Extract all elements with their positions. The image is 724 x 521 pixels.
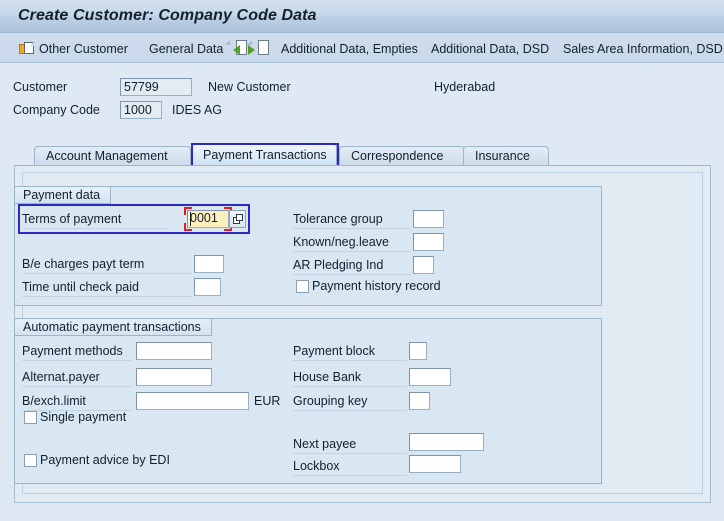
search-help-icon <box>233 214 244 225</box>
time-until-check-paid-input[interactable] <box>194 278 221 296</box>
toolbar-button-other-customer-label: Other Customer <box>39 42 128 56</box>
house-bank-label: House Bank <box>293 370 407 387</box>
tolerance-group-input[interactable] <box>413 210 444 228</box>
terms-of-payment-search-help-button[interactable] <box>229 210 246 228</box>
toolbar-button-sales-area-information-dsd-label: Sales Area Information, DSD <box>563 42 723 56</box>
payment-block-input[interactable] <box>409 342 427 360</box>
toolbar-button-other-customer[interactable]: Other Customer <box>18 37 131 59</box>
payment-methods-input[interactable] <box>136 342 212 360</box>
known-neg-leave-input[interactable] <box>413 233 444 251</box>
be-charges-payt-term-input[interactable] <box>194 255 224 273</box>
next-page-button[interactable] <box>247 38 274 58</box>
customer-city-text: Hyderabad <box>434 80 496 94</box>
ar-pledging-ind-label: AR Pledging Ind <box>293 258 411 275</box>
company-code-label: Company Code <box>13 103 100 117</box>
be-charges-payt-term-label: B/e charges payt term <box>22 257 192 274</box>
customer-label: Customer <box>13 80 68 94</box>
tab-payment-transactions[interactable]: Payment Transactions <box>191 143 337 166</box>
toolbar-button-additional-data-dsd[interactable]: Additional Data, DSD <box>428 37 552 59</box>
tolerance-group-label: Tolerance group <box>293 212 411 229</box>
payment-advice-by-edi-label: Payment advice by EDI <box>40 453 170 467</box>
customer-number-field[interactable]: 57799 <box>120 78 192 96</box>
page-title: Create Customer: Company Code Data <box>18 7 317 24</box>
company-name-text: IDES AG <box>172 103 223 117</box>
payment-methods-label: Payment methods <box>22 344 132 361</box>
terms-of-payment-input[interactable]: 0001 <box>187 210 229 228</box>
sap-gui-window: Create Customer: Company Code Data Other… <box>0 0 724 521</box>
text-cursor <box>190 212 191 226</box>
terms-of-payment-label: Terms of payment <box>22 212 168 229</box>
alternat-payer-label: Alternat.payer <box>22 370 132 387</box>
window-title-bar: Create Customer: Company Code Data <box>0 0 724 33</box>
tab-insurance[interactable]: Insurance <box>463 146 549 166</box>
tab-correspondence-label: Correspondence <box>351 149 444 163</box>
single-payment-label: Single payment <box>40 410 127 424</box>
toolbar-button-general-data-label: General Data <box>149 42 224 56</box>
company-code-field[interactable]: 1000 <box>120 101 162 119</box>
bexch-limit-input[interactable] <box>136 392 249 410</box>
tab-payment-transactions-label: Payment Transactions <box>203 148 327 162</box>
alternat-payer-input[interactable] <box>136 368 212 386</box>
grouping-key-label: Grouping key <box>293 394 407 411</box>
toolbar-button-general-data[interactable]: General Data <box>146 37 226 59</box>
payment-history-record-label: Payment history record <box>312 279 441 293</box>
next-payee-label: Next payee <box>293 437 407 454</box>
time-until-check-paid-label: Time until check paid <box>22 280 192 297</box>
bexch-limit-currency-unit: EUR <box>254 394 281 408</box>
payment-advice-by-edi-checkbox-box <box>24 454 37 467</box>
tab-insurance-label: Insurance <box>475 149 530 163</box>
known-neg-leave-label: Known/neg.leave <box>293 235 411 252</box>
toolbar-button-additional-data-empties[interactable]: Additional Data, Empties <box>278 37 421 59</box>
ar-pledging-ind-input[interactable] <box>413 256 434 274</box>
grouping-key-input[interactable] <box>409 392 430 410</box>
bexch-limit-label: B/exch.limit <box>22 394 132 411</box>
group-payment-data-title: Payment data <box>14 186 112 204</box>
lockbox-input[interactable] <box>409 455 461 473</box>
lockbox-label: Lockbox <box>293 459 407 476</box>
payment-history-record-checkbox-box <box>296 280 309 293</box>
tab-account-management-label: Account Management <box>46 149 168 163</box>
tab-correspondence[interactable]: Correspondence <box>339 146 465 166</box>
application-toolbar: Other Customer General Data Additional D… <box>0 33 724 63</box>
toolbar-button-additional-data-empties-label: Additional Data, Empties <box>281 42 418 56</box>
tab-account-management[interactable]: Account Management <box>34 146 191 166</box>
other-customer-icon <box>19 42 34 57</box>
group-automatic-payment-transactions-title: Automatic payment transactions <box>14 318 212 336</box>
payment-block-label: Payment block <box>293 344 407 361</box>
customer-name-text: New Customer <box>208 80 291 94</box>
house-bank-input[interactable] <box>409 368 451 386</box>
tab-strip: Account Management Payment Transactions … <box>14 143 711 166</box>
next-payee-input[interactable] <box>409 433 484 451</box>
toolbar-button-sales-area-information-dsd[interactable]: Sales Area Information, DSD <box>560 37 724 59</box>
toolbar-button-additional-data-dsd-label: Additional Data, DSD <box>431 42 550 56</box>
single-payment-checkbox-box <box>24 411 37 424</box>
